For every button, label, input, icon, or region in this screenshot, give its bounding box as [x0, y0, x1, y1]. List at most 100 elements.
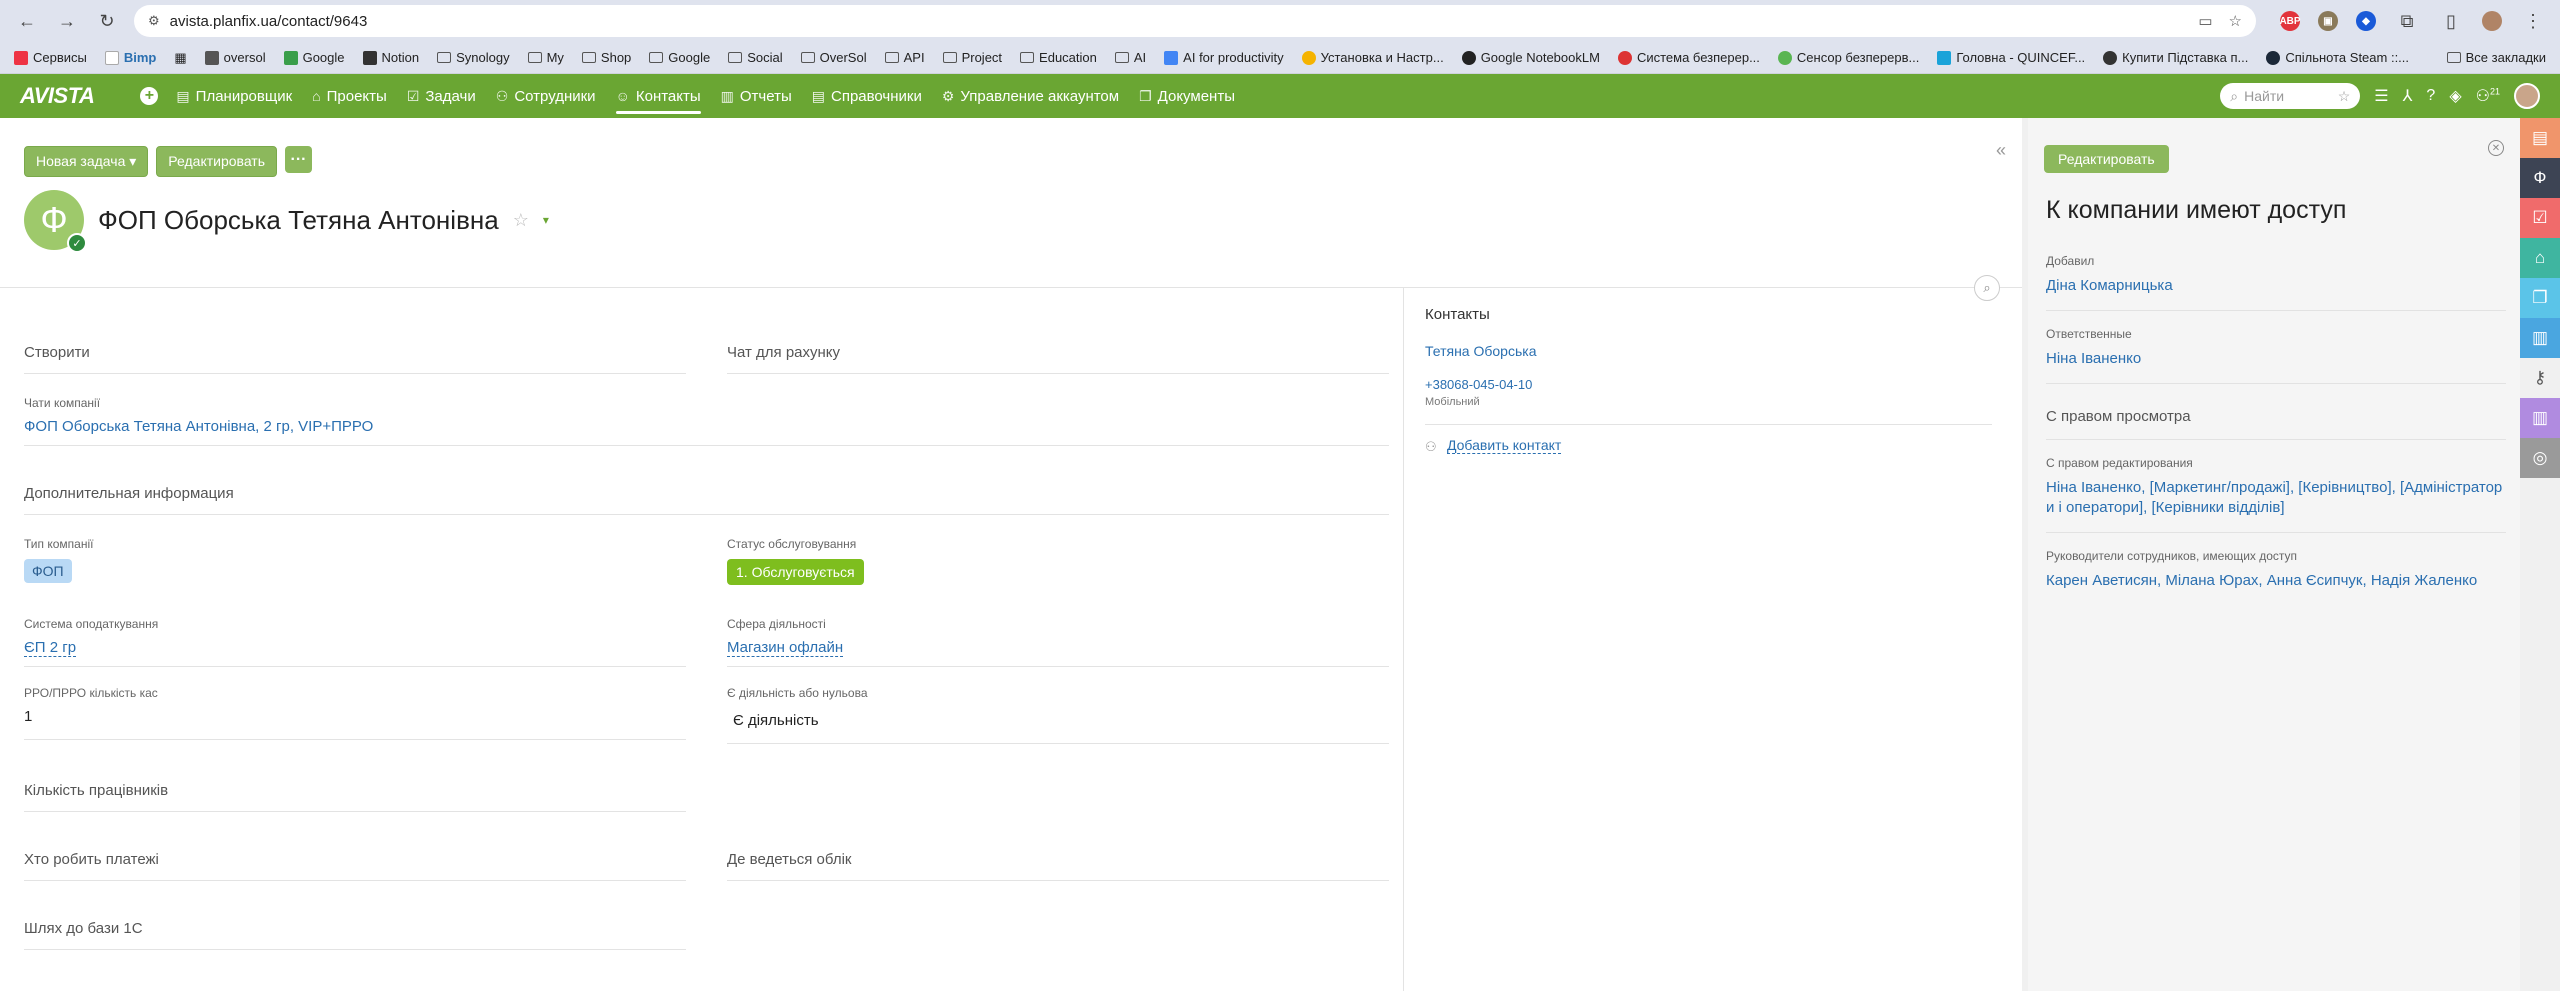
app-search-input[interactable]: ⌕ Найти ☆	[2220, 83, 2361, 109]
all-bookmarks[interactable]: Все закладки	[2446, 50, 2546, 65]
person-walk-icon[interactable]: ⅄	[2403, 86, 2413, 106]
added-by-link[interactable]: Діна Комарницька	[2046, 276, 2506, 296]
heads-links[interactable]: Карен Аветисян, Мілана Юрах, Анна Єсипчу…	[2046, 571, 2506, 591]
edit-button[interactable]: Редактировать	[156, 146, 278, 177]
edit-rights-links[interactable]: Ніна Іваненко, [Маркетинг/продажі], [Кер…	[2046, 478, 2506, 518]
bookmark-item[interactable]: Сервисы	[14, 50, 87, 65]
documents-icon[interactable]: ▥	[2520, 318, 2560, 358]
bookmark-folder[interactable]: My	[527, 50, 564, 65]
field-search-icon[interactable]: ⌕	[1974, 275, 2000, 301]
field-accounting[interactable]: Де ведеться облік	[727, 851, 1389, 881]
sidepanel-icon[interactable]: ▯	[2438, 8, 2464, 34]
app-logo[interactable]: AVISTA	[20, 83, 95, 109]
status-badge[interactable]: 1. Обслуговується	[727, 559, 864, 585]
menu-employees[interactable]: ⚇ Сотрудники	[496, 74, 596, 118]
favorite-star-icon[interactable]: ☆	[513, 210, 529, 231]
help-icon[interactable]: ?	[2426, 87, 2435, 105]
menu-contacts[interactable]: ☺ Контакты	[615, 74, 701, 118]
files-icon[interactable]: ❐	[2520, 278, 2560, 318]
menu-tasks[interactable]: ☑ Задачи	[407, 74, 476, 118]
bookmark-folder[interactable]: Google	[649, 50, 710, 65]
bookmark-item[interactable]: Спільнота Steam ::...	[2266, 50, 2409, 65]
key-icon[interactable]: ⚷	[2520, 358, 2560, 398]
field-path1c[interactable]: Шлях до бази 1С	[24, 920, 686, 950]
phone-link[interactable]: +38068-045-04-10	[1425, 377, 1992, 392]
field-stvoryty[interactable]: Створити	[24, 344, 686, 374]
bookmark-item[interactable]: Google	[283, 50, 345, 65]
bookmark-item[interactable]: Сенсор безперерв...	[1777, 50, 1919, 65]
field-chat-rahunok[interactable]: Чат для рахунку	[727, 344, 1389, 374]
field-payer[interactable]: Хто робить платежі	[24, 851, 686, 881]
bookmark-item[interactable]: Notion	[362, 50, 419, 65]
bookmark-item[interactable]: Установка и Настр...	[1301, 50, 1444, 65]
field-employees[interactable]: Кількість працівників	[24, 782, 686, 812]
bookmark-item[interactable]: Головна - QUINCEF...	[1937, 50, 2085, 65]
comments-icon[interactable]: ▤	[2520, 118, 2560, 158]
bookmark-folder[interactable]: Synology	[437, 50, 510, 65]
adblock-icon[interactable]: ABP	[2279, 11, 2301, 31]
menu-reports[interactable]: ▥ Отчеты	[721, 74, 792, 118]
bookmark-star-icon[interactable]: ☆	[2229, 12, 2242, 30]
bookmark-item[interactable]: Bimp	[104, 50, 156, 65]
star-icon[interactable]: ☆	[2338, 88, 2351, 105]
bookmark-item[interactable]: oversol	[204, 50, 266, 65]
app-navbar: AVISTA + ▤ Планировщик ⌂ Проекты ☑ Задачи ⚇…	[0, 74, 2560, 118]
reload-icon[interactable]: ↻	[94, 8, 120, 34]
bookmark-folder[interactable]: OverSol	[800, 50, 867, 65]
close-icon[interactable]: ✕	[2488, 140, 2504, 156]
shield-icon[interactable]: ◆	[2356, 11, 2376, 31]
chats-link[interactable]: ФОП Оборська Тетяна Антонівна, 2 гр, VIP…	[24, 418, 373, 435]
back-icon[interactable]: ←	[14, 8, 40, 34]
hamburger-icon[interactable]: ☰	[2374, 86, 2388, 106]
menu-account[interactable]: ⚙ Управление аккаунтом	[942, 74, 1119, 118]
add-contact-button[interactable]: ⚇ Добавить контакт	[1425, 437, 1992, 454]
analytics-icon[interactable]: ▥	[2520, 398, 2560, 438]
sphere-link[interactable]: Магазин офлайн	[727, 639, 844, 657]
extensions-icon[interactable]: ⧉	[2394, 8, 2420, 34]
folder-icon	[800, 52, 815, 63]
bookmark-item[interactable]: Google NotebookLM	[1461, 50, 1600, 65]
menu-planner[interactable]: ▤ Планировщик	[176, 74, 292, 118]
bookmark-folder[interactable]: API	[884, 50, 925, 65]
install-app-icon[interactable]: ▭	[2198, 12, 2212, 30]
add-icon[interactable]: +	[140, 87, 159, 105]
extension-icon[interactable]: ▣	[2318, 11, 2338, 31]
address-bar[interactable]: ⚙ avista.planfix.ua/contact/9643 ▭ ☆	[134, 5, 2256, 37]
contact-card-icon[interactable]: Ф	[2520, 158, 2560, 198]
user-avatar[interactable]	[2514, 83, 2540, 109]
more-button[interactable]: ···	[285, 146, 313, 173]
bookmark-folder[interactable]: Social	[728, 50, 783, 65]
contact-person-link[interactable]: Тетяна Оборська	[1425, 343, 1992, 359]
bookmark-folder[interactable]: AI	[1114, 50, 1146, 65]
bookmark-item[interactable]: AI for productivity	[1164, 50, 1284, 65]
users-icon[interactable]: ⚇21	[2476, 86, 2500, 106]
oversol-icon	[204, 50, 219, 65]
menu-projects[interactable]: ⌂ Проекты	[312, 74, 387, 118]
forward-icon[interactable]: →	[54, 8, 80, 34]
company-type-tag[interactable]: ФОП	[24, 559, 72, 583]
menu-directories[interactable]: ▤ Справочники	[812, 74, 922, 118]
responsible-link[interactable]: Ніна Іваненко	[2046, 349, 2506, 369]
new-task-button[interactable]: Новая задача ▾	[24, 146, 149, 177]
grid-icon[interactable]: ▦	[174, 50, 186, 66]
chevron-down-icon[interactable]: ▾	[543, 213, 549, 227]
bookmark-item[interactable]: Купити Підставка п...	[2103, 50, 2248, 65]
field-activity: Є діяльність або нульова Є діяльність	[727, 686, 1389, 744]
layers-icon[interactable]: ◈	[2449, 86, 2461, 106]
site-info-icon[interactable]: ⚙	[148, 13, 160, 29]
menu-documents[interactable]: ❐ Документы	[1139, 74, 1235, 118]
tax-system-link[interactable]: ЄП 2 гр	[24, 639, 77, 657]
bookmark-folder[interactable]: Shop	[581, 50, 631, 65]
tasks-icon[interactable]: ☑	[2520, 198, 2560, 238]
bookmark-item[interactable]: Система безперер...	[1617, 50, 1760, 65]
bookmark-folder[interactable]: Education	[1020, 50, 1097, 65]
folder-icon	[942, 52, 957, 63]
collapse-icon[interactable]: «	[1996, 140, 2006, 161]
browser-menu-icon[interactable]: ⋮	[2520, 8, 2546, 34]
panel-edit-button[interactable]: Редактировать	[2044, 145, 2169, 173]
profile-avatar[interactable]	[2482, 11, 2502, 31]
heads-access: Руководители сотрудников, имеющих доступ…	[2046, 549, 2506, 605]
projects-icon[interactable]: ⌂	[2520, 238, 2560, 278]
activity-icon[interactable]: ◎	[2520, 438, 2560, 478]
bookmark-folder[interactable]: Project	[942, 50, 1002, 65]
